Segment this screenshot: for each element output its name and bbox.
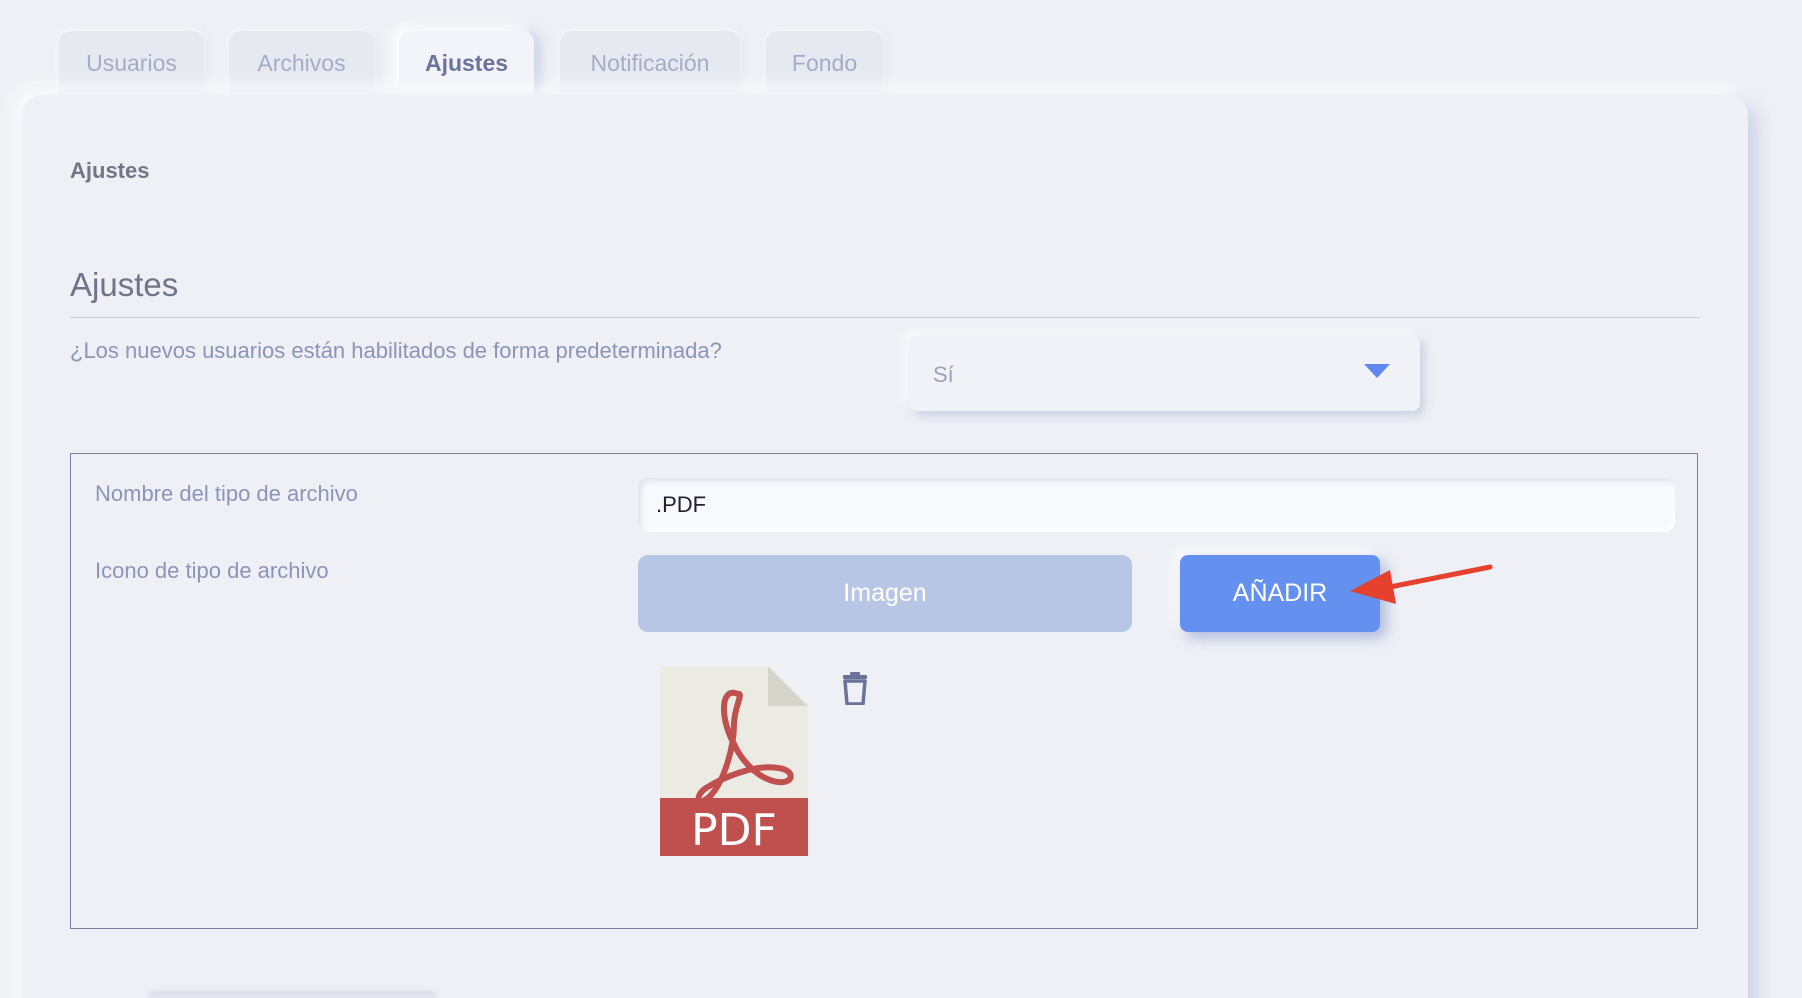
pdf-label-text: PDF: [691, 805, 777, 856]
tab-label: Notificación: [590, 49, 710, 76]
filetype-icon-label: Icono de tipo de archivo: [95, 558, 329, 583]
annotation-arrow-icon: [1350, 564, 1493, 604]
tab-notificacion[interactable]: Notificación: [560, 31, 740, 95]
settings-page: Usuarios Archivos Ajustes Notificación F…: [0, 0, 1802, 998]
card-caption: Ajustes: [70, 158, 150, 183]
pdf-file-icon: PDF: [660, 666, 808, 856]
new-users-question-label: ¿Los nuevos usuarios están habilitados d…: [70, 338, 722, 363]
tab-label: Fondo: [791, 49, 858, 76]
caret-down-icon: [1364, 364, 1390, 378]
filetype-name-input[interactable]: [638, 478, 1675, 532]
image-upload-button[interactable]: Imagen: [638, 555, 1132, 632]
filetype-name-label: Nombre del tipo de archivo: [95, 481, 358, 506]
tab-label: Usuarios: [86, 49, 177, 76]
tab-fondo[interactable]: Fondo: [766, 31, 883, 95]
trash-icon[interactable]: [841, 671, 869, 705]
new-users-select[interactable]: Sí: [909, 336, 1420, 411]
tab-ajustes[interactable]: Ajustes: [399, 31, 534, 95]
tab-archivos[interactable]: Archivos: [229, 31, 374, 95]
section-divider: [70, 317, 1700, 318]
tab-usuarios[interactable]: Usuarios: [59, 31, 204, 95]
section-title: Ajustes: [70, 266, 179, 303]
next-section-edge: [150, 994, 435, 998]
tab-label: Archivos: [257, 49, 346, 76]
tab-label: Ajustes: [424, 49, 509, 76]
select-value: Sí: [933, 362, 954, 387]
